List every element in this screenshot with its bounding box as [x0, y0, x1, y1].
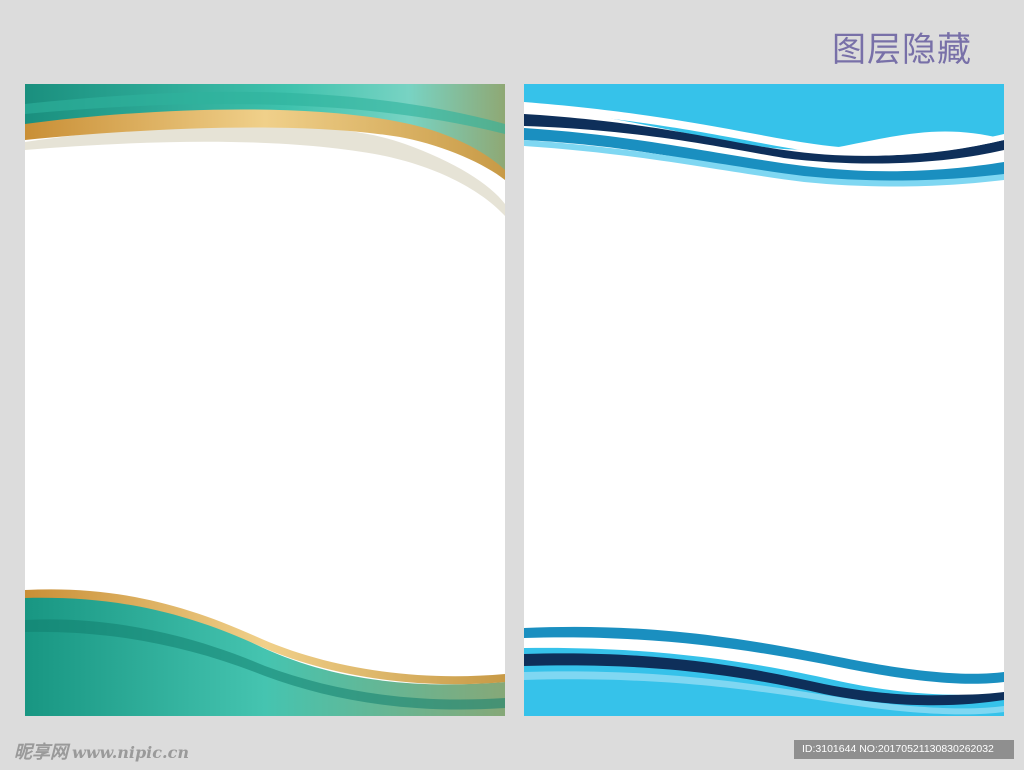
page-title: 图层隐藏: [832, 30, 972, 70]
watermark: 昵享网 www.nipic.cn: [14, 738, 189, 764]
image-id-badge: ID:3101644 NO:20170521130830262032: [794, 740, 1014, 759]
watermark-brand: 昵享网: [14, 742, 68, 763]
watermark-url: www.nipic.cn: [72, 743, 189, 762]
bottom-green-wave: [25, 594, 505, 716]
green-wave-panel: [25, 84, 505, 716]
blue-wave-panel: [524, 84, 1004, 716]
green-wave-artwork: [25, 84, 505, 716]
blue-wave-artwork: [524, 84, 1004, 716]
